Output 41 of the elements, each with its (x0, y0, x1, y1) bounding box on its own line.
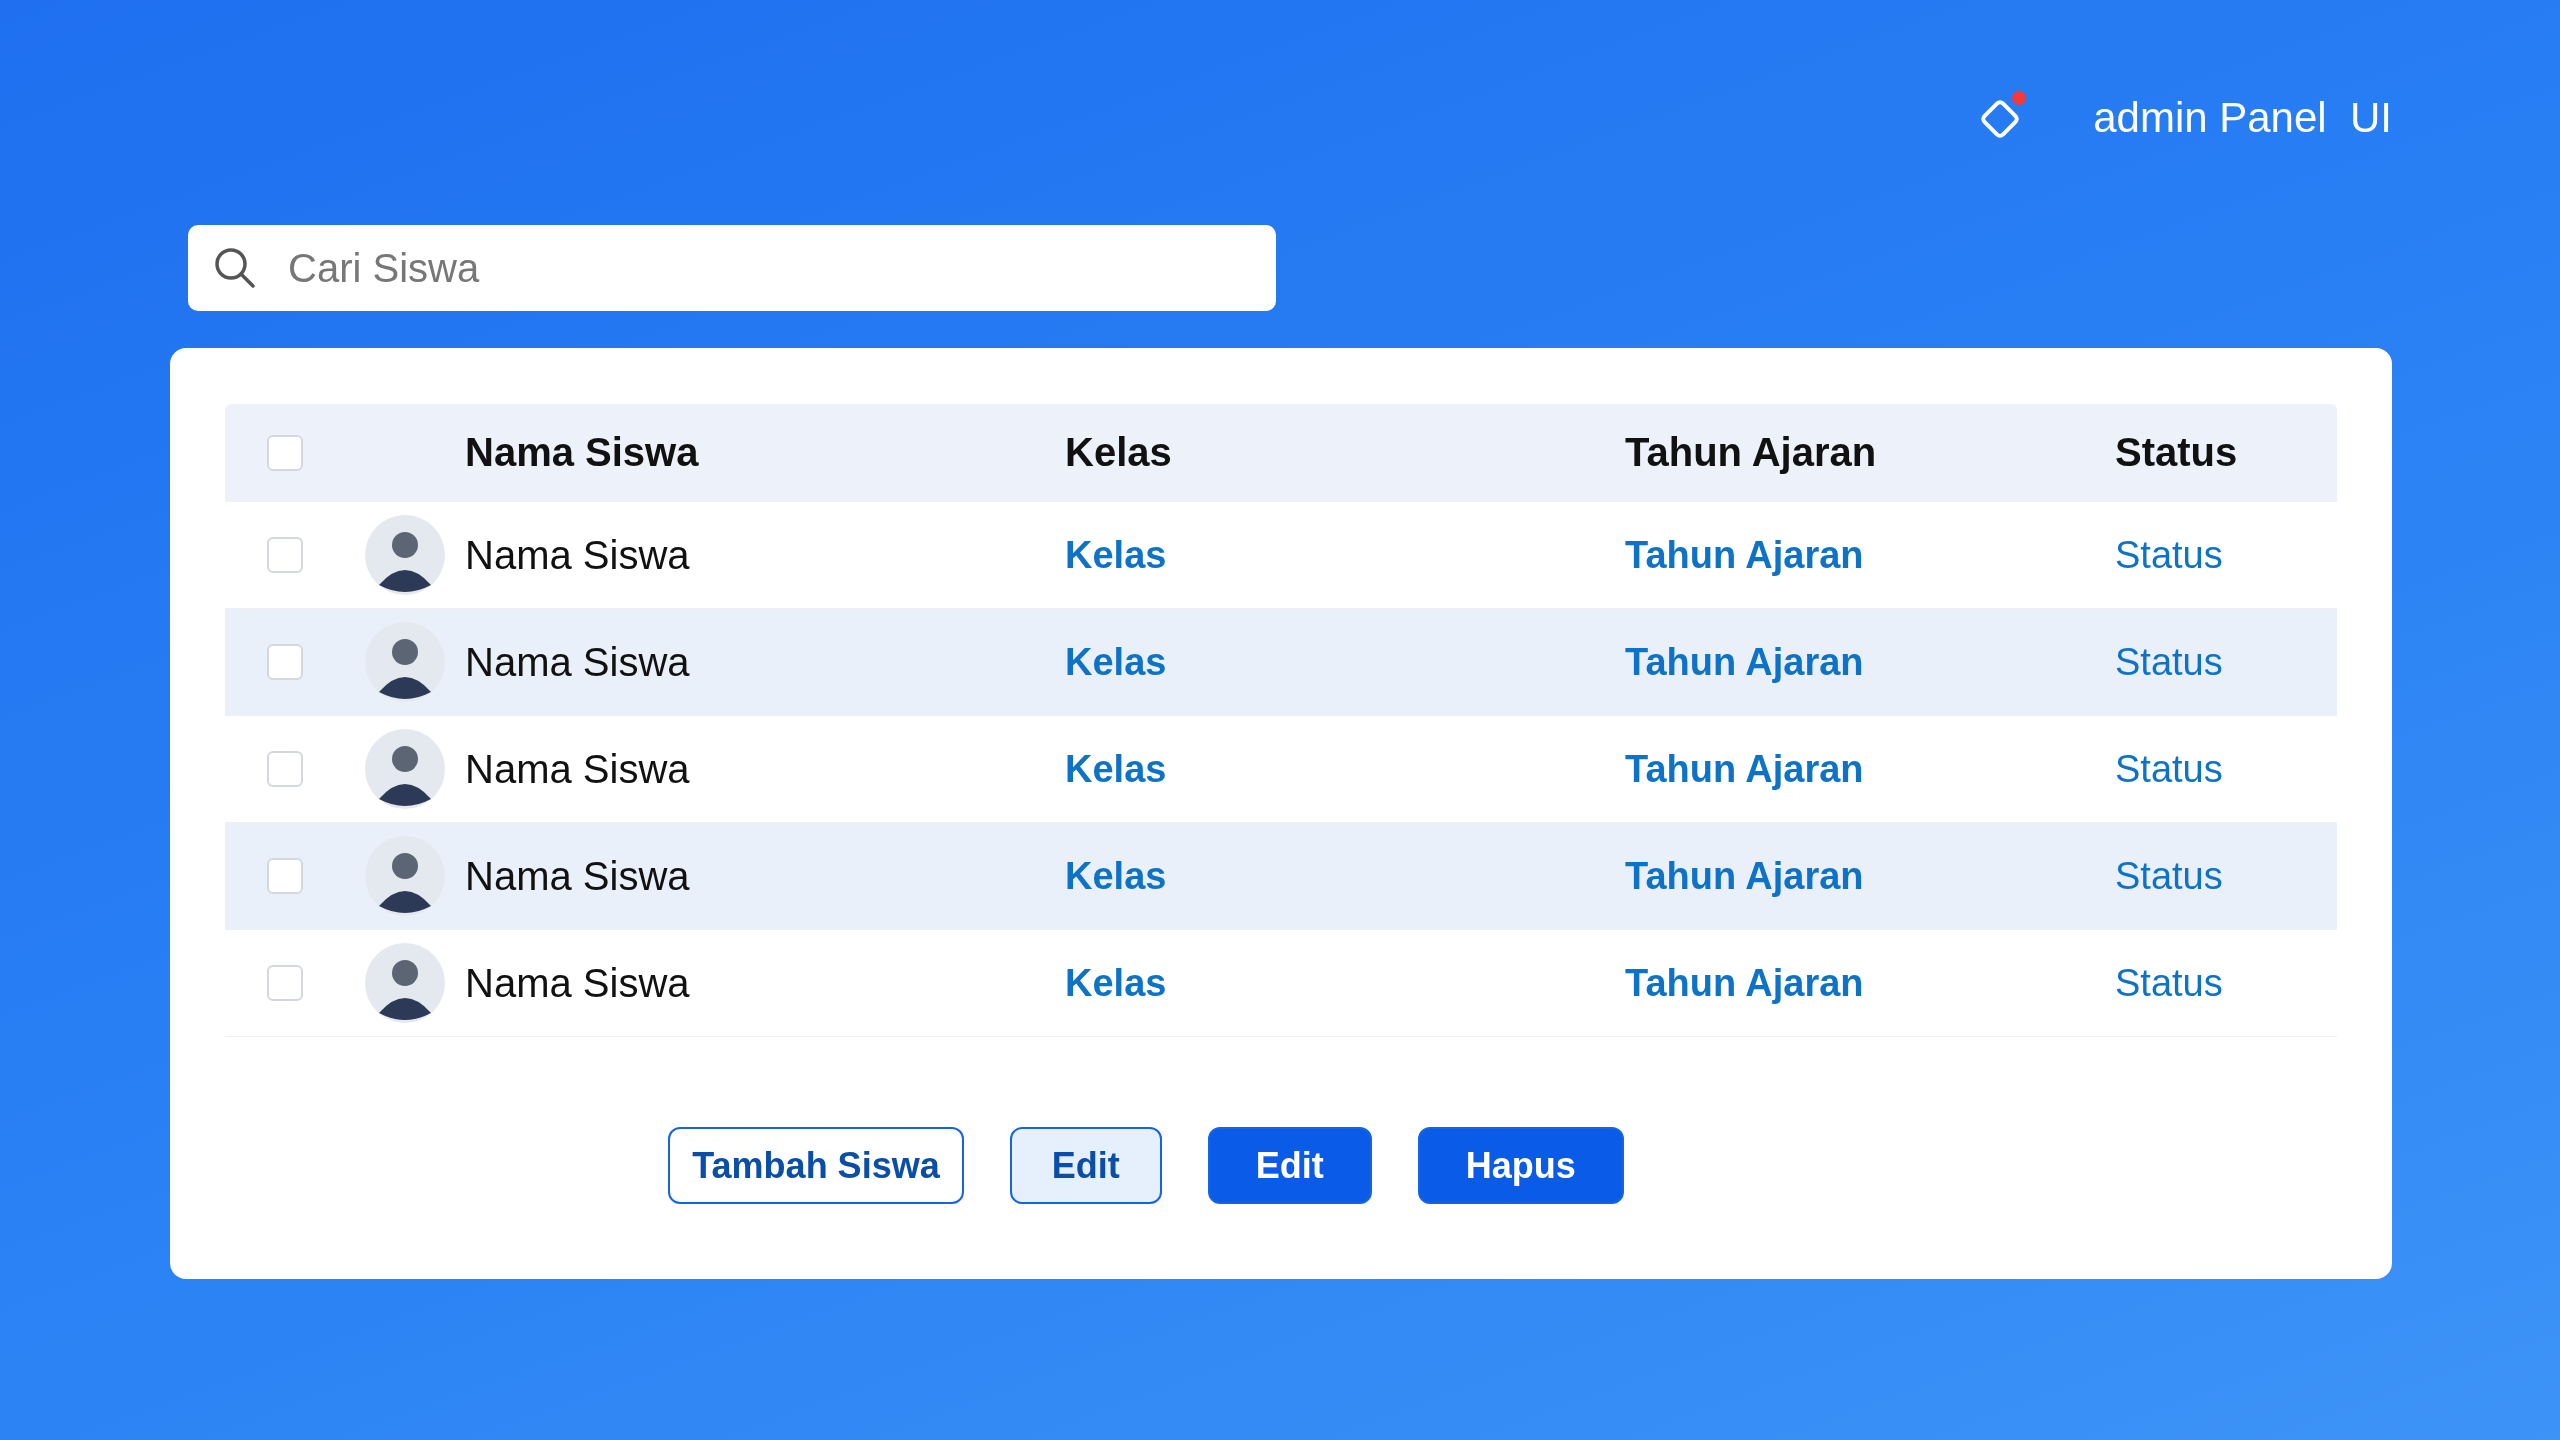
student-name: Nama Siswa (465, 960, 690, 1005)
action-button[interactable]: Edit (1009, 1127, 1162, 1204)
class-link[interactable]: Kelas (1065, 961, 1167, 1004)
status-link[interactable]: Status (2115, 640, 2223, 683)
avatar-icon (365, 836, 445, 916)
avatar-icon (365, 622, 445, 702)
class-link[interactable]: Kelas (1065, 533, 1167, 576)
column-header: Tahun Ajaran (1625, 430, 1877, 474)
school-year-link[interactable]: Tahun Ajaran (1625, 961, 1864, 1004)
app-title: admin Panel UI (2093, 93, 2392, 142)
status-link[interactable]: Status (2115, 747, 2223, 790)
checkbox[interactable] (267, 751, 303, 787)
checkbox[interactable] (267, 434, 303, 471)
student-name: Nama Siswa (465, 853, 690, 898)
column-header: Kelas (1065, 430, 1172, 474)
avatar-icon (365, 729, 445, 809)
column-header: Status (2115, 430, 2238, 474)
school-year-link[interactable]: Tahun Ajaran (1625, 854, 1864, 897)
checkbox[interactable] (267, 644, 303, 680)
action-button[interactable]: Hapus (1417, 1127, 1624, 1204)
checkbox[interactable] (267, 537, 303, 573)
action-button[interactable]: Edit (1207, 1127, 1372, 1204)
column-header: Nama Siswa (465, 430, 699, 474)
student-name: Nama Siswa (465, 746, 690, 791)
avatar-icon (365, 943, 445, 1023)
class-link[interactable]: Kelas (1065, 854, 1167, 897)
avatar-icon (365, 515, 445, 595)
class-link[interactable]: Kelas (1065, 640, 1167, 683)
school-year-link[interactable]: Tahun Ajaran (1625, 533, 1864, 576)
checkbox[interactable] (267, 965, 303, 1001)
status-link[interactable]: Status (2115, 533, 2223, 576)
student-name: Nama Siswa (465, 532, 690, 577)
status-link[interactable]: Status (2115, 854, 2223, 897)
school-year-link[interactable]: Tahun Ajaran (1625, 747, 1864, 790)
school-year-link[interactable]: Tahun Ajaran (1625, 640, 1864, 683)
search-field[interactable]: Cari Siswa (188, 225, 1276, 311)
checkbox[interactable] (267, 858, 303, 894)
status-link[interactable]: Status (2115, 961, 2223, 1004)
student-name: Nama Siswa (465, 639, 690, 684)
action-button[interactable]: Tambah Siswa (668, 1127, 964, 1204)
class-link[interactable]: Kelas (1065, 747, 1167, 790)
